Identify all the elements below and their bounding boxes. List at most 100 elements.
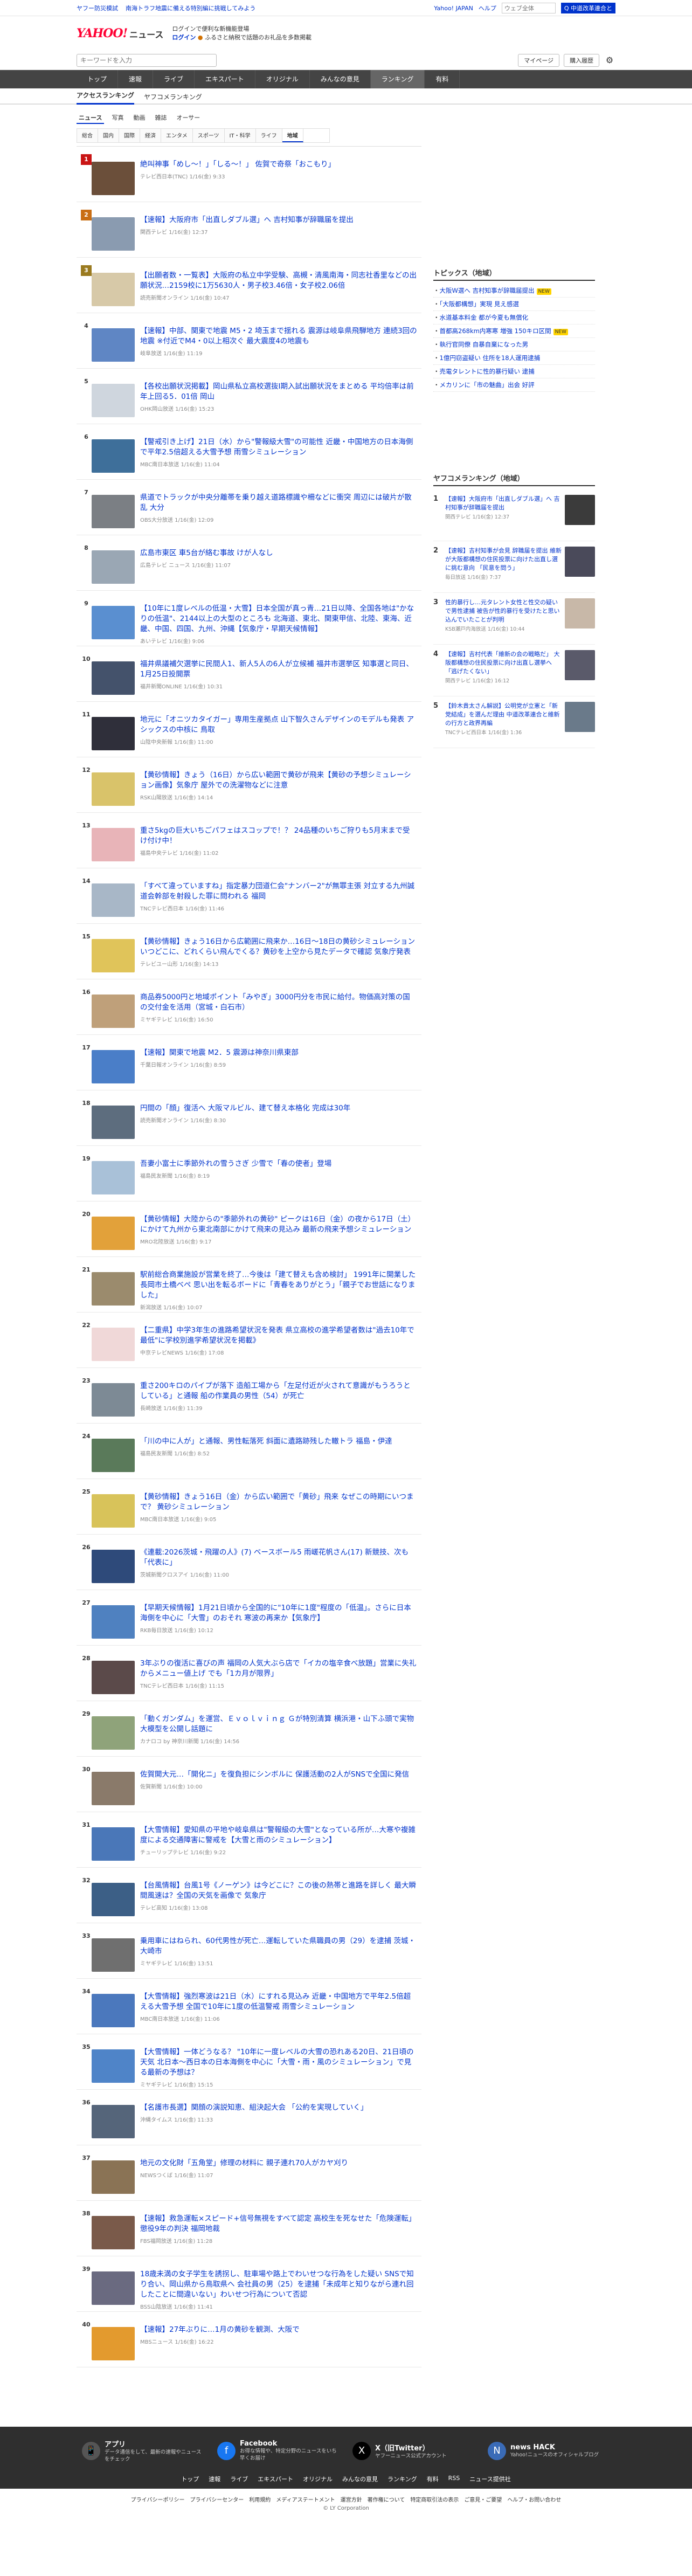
topic-link[interactable]: 首都高268km内寒寒 増強 150キロ区間 <box>440 327 551 335</box>
ranking-item[interactable]: 34 【大雪情報】強烈寒波は21日（水）にすれる見込み 近畿・中国地方で平年2.5… <box>77 1979 421 2034</box>
footer-app-2[interactable]: X X（旧Twitter） ヤフーニュース公式アカウント <box>352 2439 475 2463</box>
ranking-item[interactable]: 13 重さ5kgの巨大いちごパフェはスコップで！？ 24品種のいちご狩りも5月末ま… <box>77 813 421 868</box>
article-title-link[interactable]: 地元に「オニツカタイガー」専用生産拠点 山下智久さんデザインのモデルも発表 アシ… <box>140 715 417 735</box>
legal-link-4[interactable]: 運営方針 <box>341 2495 362 2503</box>
ranking-item[interactable]: 24 「川の中に人が」と通報、男性転落死 斜面に遺路跡残した轍トラ 福島・伊達 福島… <box>77 1424 421 1479</box>
article-title-link[interactable]: 【速報】27年ぶりに…1月の黄砂を観測、大阪で <box>140 2325 417 2335</box>
ranking-item[interactable]: 18 円間の「顔」復活へ 大阪マルビル、建て替え本格化 完成は30年 読売新聞オンラ… <box>77 1090 421 1146</box>
article-thumbnail[interactable] <box>92 1328 135 1361</box>
article-title-link[interactable]: 佐賀開大元…「開化ニ」を復負担にシンボルに 保護活動の2人がSNSで全国に発信 <box>140 1770 417 1780</box>
tab-comment-ranking[interactable]: ヤフコメランキング <box>144 92 202 105</box>
genre-tab-5[interactable]: スポーツ <box>192 129 225 142</box>
comment-rank-title-link[interactable]: 【速報】大阪府市「出直しダブル選」へ 吉村知事が辞職届を提出 <box>445 495 560 511</box>
footer-nav-item-1[interactable]: 速報 <box>209 2475 220 2483</box>
yahoo-news-logo[interactable]: YAHOO! ニュース <box>77 26 163 40</box>
ranking-item[interactable]: 15 【黄砂情報】きょう16日から広範囲に飛来か…16日～18日の黄砂シミュレーシ… <box>77 924 421 979</box>
article-thumbnail[interactable] <box>92 995 135 1028</box>
ranking-item[interactable]: 19 吾妻小富士に季節外れの雪うさぎ 少雪で「春の使者」登場 福島民友新聞 1/16… <box>77 1146 421 1201</box>
topic-item[interactable]: ・売電タレントに性的暴行疑い 逮捕 <box>433 365 595 378</box>
article-title-link[interactable]: 【黄砂情報】きょう16日（金）から広い範囲で「黄砂」飛来 なぜこの時期にいつまで… <box>140 1492 417 1513</box>
legal-link-6[interactable]: 特定商取引法の表示 <box>410 2495 459 2503</box>
ranking-item[interactable]: 26 《連載:2026茨城・飛躍の人》(7) ベースボール5 雨嵯花帆さん(17)… <box>77 1535 421 1590</box>
legal-link-0[interactable]: プライバシーポリシー <box>131 2495 185 2503</box>
article-thumbnail[interactable] <box>92 1827 135 1861</box>
article-thumbnail[interactable] <box>92 1938 135 1972</box>
topic-link[interactable]: 執行官同僚 自暴自棄になった男 <box>440 341 529 348</box>
article-thumbnail[interactable] <box>92 606 135 639</box>
article-title-link[interactable]: 【10年に1度レベルの低温・大雪】日本全国が真っ青…21日以降、全国各地は"かな… <box>140 604 417 634</box>
category-tab-4[interactable]: オーサー <box>174 112 202 124</box>
comment-rank-title-link[interactable]: 【鈴木貴太さん解説】公明党が立憲と「新党結成」を選んだ理由 中道改革連合と維新の… <box>445 702 560 727</box>
footer-nav-item-6[interactable]: ランキング <box>387 2475 417 2483</box>
footer-nav-item-5[interactable]: みんなの意見 <box>342 2475 378 2483</box>
article-thumbnail[interactable] <box>92 2105 135 2138</box>
article-thumbnail[interactable] <box>92 273 135 306</box>
promo-link-drill[interactable]: ヤフー防災模試 <box>77 4 118 12</box>
article-thumbnail[interactable] <box>92 1383 135 1417</box>
ranking-item[interactable]: 21 駅前総合商業施設が営業を終了…今後は「建て替えも含め検討」 1991年に開業… <box>77 1257 421 1313</box>
ranking-item[interactable]: 22 【二重県】中学3年生の進路希望状況を発表 県立高校の進学希望者数は"過去10… <box>77 1313 421 1368</box>
ranking-item[interactable]: 7 県道でトラックが中央分離帯を乗り越え道路標識や柵などに衝突 周辺には破片が散乱… <box>77 480 421 535</box>
article-title-link[interactable]: 福井県議補欠選挙に民間人1、新人5人の6人が立候補 福井市選挙区 知事選と同日、… <box>140 659 417 680</box>
article-thumbnail[interactable] <box>92 1217 135 1250</box>
comment-ranking-item[interactable]: 2 【速報】吉村知事が会見 辞職届を提出 維新が大阪都構想の住民投票に向けた出直し… <box>433 541 595 593</box>
category-tab-1[interactable]: 写真 <box>109 112 126 124</box>
footer-nav-item-8[interactable]: RSS <box>448 2475 460 2483</box>
article-title-link[interactable]: 【各校出願状況掲載】岡山県私立高校選抜Ⅰ期入試出願状況をまとめる 平均倍率は前年… <box>140 382 417 402</box>
topic-item[interactable]: ・1億円窃盗疑い 住所を18人運用逮捕 <box>433 351 595 365</box>
footer-nav-item-4[interactable]: オリジナル <box>303 2475 333 2483</box>
article-title-link[interactable]: 「川の中に人が」と通報、男性転落死 斜面に遺路跡残した轍トラ 福島・伊達 <box>140 1437 417 1447</box>
promo-link-nankai[interactable]: 南海トラフ地震に備える特別編に挑戦してみよう <box>126 4 255 12</box>
login-link[interactable]: ログイン <box>172 34 196 41</box>
topic-item[interactable]: ・大阪W選へ 吉村知事が辞職届提出 NEW <box>433 284 595 298</box>
comment-rank-thumbnail[interactable] <box>565 702 595 732</box>
comment-ranking-item[interactable]: 4 【速報】吉村代表「維新の会の戦略だ」 大阪都構想の住民投票に向け出直し選挙へ … <box>433 645 595 696</box>
topic-item[interactable]: ・首都高268km内寒寒 増強 150キロ区間 NEW <box>433 324 595 338</box>
ranking-item[interactable]: 10 福井県議補欠選挙に民間人1、新人5人の6人が立候補 福井市選挙区 知事選と同… <box>77 646 421 702</box>
topic-link[interactable]: 1億円窃盗疑い 住所を18人運用逮捕 <box>440 354 541 362</box>
article-thumbnail[interactable] <box>92 1550 135 1583</box>
article-thumbnail[interactable] <box>92 883 135 917</box>
article-title-link[interactable]: 【速報】救急運転×スピード+信号無視をすべて認定 高校生を死なせた「危険運転」懲… <box>140 2214 417 2234</box>
article-thumbnail[interactable] <box>92 2327 135 2360</box>
topic-item[interactable]: ・「大阪都構想」実現 見え感選 <box>433 298 595 311</box>
article-title-link[interactable]: 乗用車にはねられ、60代男性が死亡…運転していた県職員の男（29）を逮捕 茨城・… <box>140 1936 417 1957</box>
legal-link-5[interactable]: 著作権について <box>368 2495 405 2503</box>
article-title-link[interactable]: 「動くガンダム」を運営、Ｅｖｏｌｖｉｎｇ Ｇが特別清算 横浜港・山下ふ頭で実物大… <box>140 1714 417 1735</box>
article-title-link[interactable]: 【警戒引き上げ】21日（水）から"警報級大雪"の可能性 近畿・中国地方の日本海側… <box>140 437 417 458</box>
ranking-item[interactable]: 9 【10年に1度レベルの低温・大雪】日本全国が真っ青…21日以降、全国各地は"か… <box>77 591 421 646</box>
article-thumbnail[interactable] <box>92 2049 135 2083</box>
category-tab-2[interactable]: 動画 <box>131 112 147 124</box>
article-title-link[interactable]: 円間の「顔」復活へ 大阪マルビル、建て替え本格化 完成は30年 <box>140 1103 417 1114</box>
article-thumbnail[interactable] <box>92 1994 135 2027</box>
ranking-item[interactable]: 2 【速報】大阪府市「出直しダブル選」へ 吉村知事が辞職届を提出 関西テレビ 1/1… <box>77 202 421 258</box>
topic-link[interactable]: メカリンに「市の魅曲」出会 好評 <box>440 381 535 389</box>
gnav-item-1[interactable]: 速報 <box>118 70 154 88</box>
article-thumbnail[interactable] <box>92 661 135 695</box>
gnav-item-3[interactable]: エキスパート <box>195 70 255 88</box>
topic-item[interactable]: ・メカリンに「市の魅曲」出会 好評 <box>433 378 595 392</box>
gnav-item-0[interactable]: トップ <box>77 70 119 88</box>
article-thumbnail[interactable] <box>92 162 135 195</box>
footer-nav-item-7[interactable]: 有料 <box>427 2475 439 2483</box>
ranking-item[interactable]: 31 【大雪情報】愛知県の平地や岐阜県は"警報級の大雪"となっている所が…大寒や複… <box>77 1812 421 1868</box>
ranking-item[interactable]: 38 【速報】救急運転×スピード+信号無視をすべて認定 高校生を死なせた「危険運転… <box>77 2201 421 2256</box>
article-thumbnail[interactable] <box>92 1772 135 1805</box>
article-title-link[interactable]: 重さ5kgの巨大いちごパフェはスコップで！？ 24品種のいちご狩りも5月末まで受… <box>140 826 417 846</box>
tab-access-ranking[interactable]: アクセスランキング <box>77 91 135 105</box>
article-title-link[interactable]: 商品券5000円と地域ポイント「みやぎ」3000円分を市民に給付。物価高対策の国… <box>140 992 417 1013</box>
genre-tab-8[interactable]: 地域 <box>282 129 303 142</box>
article-title-link[interactable]: 【大雪情報】強烈寒波は21日（水）にすれる見込み 近畿・中国地方で平年2.5倍超… <box>140 1992 417 2012</box>
ranking-item[interactable]: 32 【台風情報】台風1号《ノーゲン》は今どこに？この後の熱帯と進路を詳しく 最大… <box>77 1868 421 1923</box>
gnav-item-6[interactable]: ランキング <box>370 70 425 88</box>
article-thumbnail[interactable] <box>92 217 135 251</box>
ranking-item[interactable]: 5 【各校出願状況掲載】岡山県私立高校選抜Ⅰ期入試出願状況をまとめる 平均倍率は前… <box>77 369 421 424</box>
purchase-history-button[interactable]: 購入履歴 <box>564 54 599 67</box>
comment-rank-title-link[interactable]: 性的暴行し…元タレント女性と性交の疑いで男性逮捕 被告が性的暴行を受けたと思い込… <box>445 599 560 623</box>
article-title-link[interactable]: 【二重県】中学3年生の進路希望状況を発表 県立高校の進学希望者数は"過去10年で… <box>140 1325 417 1346</box>
article-title-link[interactable]: 【大雪情報】一体どうなる？ "10年に一度レベルの大雪の恐れある20日、21日頃… <box>140 2047 417 2078</box>
article-thumbnail[interactable] <box>92 439 135 473</box>
topic-link[interactable]: 水道基本料金 都が今夏も無償化 <box>440 314 529 321</box>
topic-item[interactable]: ・執行官同僚 自暴自棄になった男 <box>433 338 595 351</box>
article-thumbnail[interactable] <box>92 1716 135 1750</box>
